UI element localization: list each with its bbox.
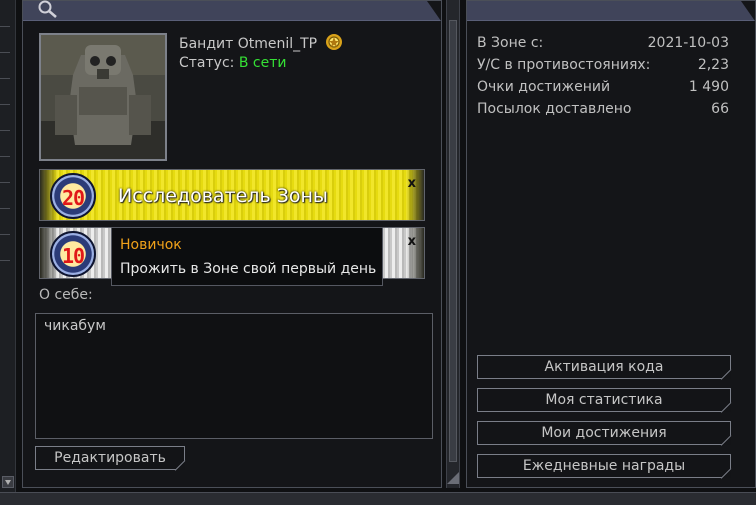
profile-panel: Бандит Otmenil_TP Статус: В сети 20 Иссл… bbox=[22, 0, 442, 488]
profile-panel-header bbox=[23, 0, 441, 21]
button-label: Ежедневные награды bbox=[522, 458, 686, 474]
edit-button-label: Редактировать bbox=[54, 450, 166, 466]
avatar bbox=[39, 33, 167, 161]
stat-row: У/С в противостояниях: 2,23 bbox=[477, 57, 729, 73]
my-stats-button[interactable]: Моя статистика bbox=[477, 388, 732, 413]
rank-icon bbox=[325, 34, 342, 50]
edit-button[interactable]: Редактировать bbox=[35, 446, 186, 471]
achievement-level: 20 bbox=[61, 186, 85, 210]
left-strip bbox=[0, 0, 16, 492]
tooltip-description: Прожить в Зоне свой первый день bbox=[120, 261, 377, 277]
my-achievements-button[interactable]: Мои достижения bbox=[477, 421, 732, 446]
stat-row: В Зоне с: 2021-10-03 bbox=[477, 35, 729, 51]
about-text: чикабум bbox=[44, 318, 106, 334]
stat-value: 2,23 bbox=[697, 57, 729, 73]
stat-value: 66 bbox=[711, 101, 729, 117]
player-name-text: Бандит Otmenil_TP bbox=[179, 36, 318, 52]
stat-label: Посылок доставлено bbox=[477, 101, 632, 117]
achievement-title: Исследователь Зоны bbox=[118, 185, 328, 207]
player-name: Бандит Otmenil_TP bbox=[179, 33, 343, 52]
achievement-tooltip: Новичок Прожить в Зоне свой первый день bbox=[111, 227, 383, 286]
about-label: О себе: bbox=[39, 287, 93, 303]
achievement-level: 10 bbox=[61, 244, 85, 268]
button-label: Моя статистика bbox=[545, 392, 663, 408]
divider-scrollbar[interactable] bbox=[449, 20, 457, 462]
stat-value: 2021-10-03 bbox=[647, 35, 729, 51]
achievement-medal-icon: 20 bbox=[50, 173, 96, 219]
daily-rewards-button[interactable]: Ежедневные награды bbox=[477, 454, 732, 479]
button-label: Активация кода bbox=[544, 359, 664, 375]
status-line: Статус: В сети bbox=[179, 55, 286, 71]
close-icon[interactable]: x bbox=[408, 176, 416, 191]
panel-divider[interactable] bbox=[446, 0, 460, 488]
status-value: В сети bbox=[238, 55, 287, 71]
stat-value: 1 490 bbox=[688, 79, 729, 95]
stat-label: Очки достижений bbox=[477, 79, 611, 95]
stat-row: Очки достижений 1 490 bbox=[477, 79, 729, 95]
achievement-banner[interactable]: 20 Исследователь Зоны x bbox=[39, 169, 425, 221]
stat-row: Посылок доставлено 66 bbox=[477, 101, 729, 117]
close-icon[interactable]: x bbox=[408, 234, 416, 249]
achievement-medal-icon: 10 bbox=[50, 231, 96, 277]
bottom-bar bbox=[0, 492, 756, 505]
activate-code-button[interactable]: Активация кода bbox=[477, 355, 732, 380]
search-icon[interactable] bbox=[37, 0, 59, 19]
tooltip-title: Новичок bbox=[120, 237, 182, 253]
scroll-down-icon[interactable] bbox=[2, 476, 14, 488]
stat-label: У/С в противостояниях: bbox=[477, 57, 651, 73]
button-label: Мои достижения bbox=[541, 425, 667, 441]
stats-panel: В Зоне с: 2021-10-03 У/С в противостояни… bbox=[466, 0, 756, 488]
about-textarea[interactable]: чикабум bbox=[35, 313, 433, 439]
stat-label: В Зоне с: bbox=[477, 35, 544, 51]
stats-panel-header bbox=[467, 1, 755, 21]
status-label: Статус: bbox=[179, 55, 235, 71]
